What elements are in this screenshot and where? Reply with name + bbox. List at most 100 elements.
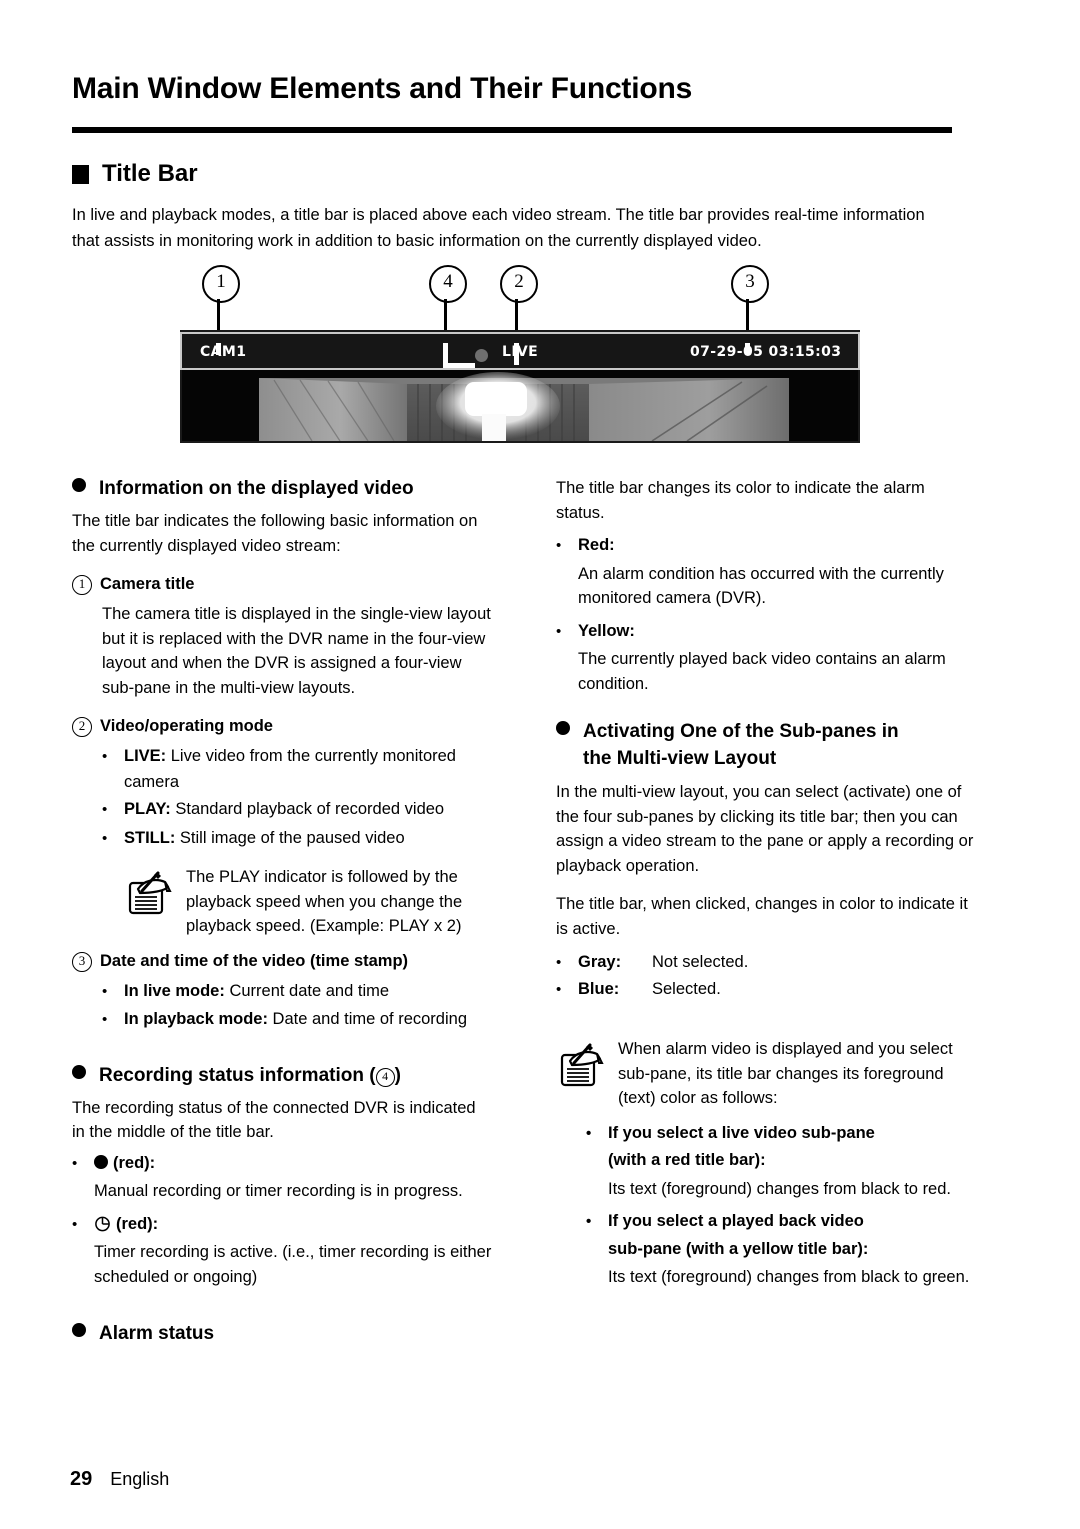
recording-status-prefix: Recording status information (	[99, 1064, 376, 1086]
page-footer: 29 English	[70, 1468, 169, 1491]
note-block-alarm-subpane: When alarm video is displayed and you se…	[556, 1037, 976, 1111]
bullet-term: In playback mode:	[124, 1010, 268, 1028]
heading-information-label: Information on the displayed video	[99, 478, 414, 499]
heading-alarm-status: Alarm status	[72, 1321, 492, 1346]
bullet-desc: Still image of the paused video	[175, 828, 405, 847]
callout-4: 4	[429, 265, 467, 303]
activating-heading-line1: Activating One of the Sub-panes in	[583, 721, 899, 742]
note-text: The PLAY indicator is followed by the pl…	[186, 868, 463, 935]
section-intro-paragraph: In live and playback modes, a title bar …	[72, 206, 925, 250]
item-2-heading-label: Video/operating mode	[100, 717, 273, 735]
dvr-title-bar[interactable]: CAM1 LIVE 07-29-05 03:15:03	[180, 332, 860, 370]
circled-number-1-icon: 1	[72, 575, 92, 595]
recording-entry-timer-desc: Timer recording is active. (i.e., timer …	[94, 1243, 492, 1286]
document-page: Main Window Elements and Their Functions…	[0, 0, 1080, 1529]
activating-paragraph-1: In the multi-view layout, you can select…	[556, 783, 974, 875]
bullet-term: In live mode:	[124, 981, 225, 1000]
state-key: Gray:	[578, 953, 622, 971]
clock-icon	[94, 1215, 111, 1232]
titlebar-figure: 1 4 2 3 CAM1 LIVE 07-29-05 03:15:03	[180, 265, 860, 445]
alarm-item-yellow-desc: The currently played back video contains…	[578, 650, 946, 693]
item-2-heading: 2 Video/operating mode	[72, 714, 492, 738]
recording-entry-timer: (red):	[72, 1212, 492, 1238]
note-block-play-speed: The PLAY indicator is followed by the pl…	[124, 865, 492, 939]
circled-number-4-icon: 4	[375, 1067, 395, 1087]
bullet-desc: Live video from the currently monitored …	[124, 747, 456, 791]
leader-line-2-inner	[514, 343, 519, 365]
leader-line-4-elbow	[443, 363, 475, 368]
filled-circle-icon	[94, 1154, 108, 1169]
state-blue: Blue: Selected.	[556, 976, 976, 1003]
recording-entry-manual: (red):	[72, 1151, 492, 1177]
round-bullet-icon	[556, 721, 570, 735]
alarm-item-red: Red:	[556, 533, 976, 559]
bullet-term: LIVE:	[124, 747, 167, 765]
recording-dot-icon	[475, 349, 488, 362]
recording-status-body: The recording status of the connected DV…	[72, 1098, 476, 1142]
left-column: Information on the displayed video The t…	[72, 476, 492, 1354]
list-item: In playback mode: Date and time of recor…	[102, 1007, 492, 1033]
recording-status-suffix: )	[394, 1064, 401, 1086]
note-item-playback-line2: sub-pane (with a yellow title bar):	[608, 1239, 869, 1258]
callout-3: 3	[731, 265, 769, 303]
leader-line-1-inner	[216, 343, 221, 355]
note-item-live-line2: (with a red title bar):	[608, 1151, 766, 1169]
footer-page-number: 29	[70, 1468, 93, 1490]
note-item-playback-line1: If you select a played back video	[608, 1212, 864, 1230]
right-column: The title bar changes its color to indic…	[556, 476, 976, 1298]
round-bullet-icon	[72, 478, 86, 492]
bullet-term: STILL:	[124, 828, 176, 847]
alarm-term: Red:	[578, 536, 615, 554]
info-paragraph: The title bar indicates the following ba…	[72, 512, 478, 555]
section-heading: Title Bar	[72, 160, 198, 188]
bullet-desc: Current date and time	[224, 981, 390, 1000]
item-2-bullets: LIVE: Live video from the currently moni…	[102, 744, 492, 939]
state-key: Blue:	[578, 980, 620, 998]
alarm-item-yellow: Yellow:	[556, 619, 976, 645]
activating-paragraph-2: The title bar, when clicked, changes in …	[556, 895, 968, 938]
note-item-live-body: Its text (foreground) changes from black…	[608, 1179, 951, 1198]
list-item: PLAY: Standard playback of recorded vide…	[102, 797, 492, 823]
recording-entry-label: (red):	[113, 1153, 156, 1172]
item-3-bullets: In live mode: Current date and time In p…	[102, 979, 492, 1033]
alarm-status-label: Alarm status	[99, 1323, 215, 1344]
heading-information-displayed-video: Information on the displayed video	[72, 476, 492, 501]
bullet-term: PLAY:	[124, 800, 171, 818]
bullet-desc: Standard playback of recorded video	[170, 800, 445, 818]
list-item: In live mode: Current date and time	[102, 979, 492, 1005]
timestamp-label: 07-29-05 03:15:03	[690, 344, 842, 360]
round-bullet-icon	[72, 1323, 86, 1337]
note-item-playback-heading: If you select a played back video	[586, 1209, 976, 1235]
item-1-heading: 1 Camera title	[72, 572, 492, 596]
state-value: Not selected.	[652, 953, 749, 971]
callout-2: 2	[500, 265, 538, 303]
state-value: Selected.	[652, 980, 721, 998]
video-frame-graphic	[182, 370, 858, 441]
heading-recording-status: Recording status information (4)	[72, 1063, 492, 1088]
list-item: LIVE: Live video from the currently moni…	[102, 744, 492, 794]
item-3-heading-label: Date and time of the video (time stamp)	[100, 951, 409, 970]
alarm-intro-paragraph: The title bar changes its color to indic…	[556, 479, 925, 522]
heading-activating-subpanes: Activating One of the Sub-panes in the Mu…	[556, 718, 976, 772]
item-1-heading-label: Camera title	[100, 575, 195, 593]
leader-line-3-inner	[745, 343, 750, 355]
mode-label: LIVE	[502, 344, 539, 360]
section-heading-label: Title Bar	[102, 160, 198, 187]
list-item: STILL: Still image of the paused video	[102, 826, 492, 852]
callout-1: 1	[202, 265, 240, 303]
activating-heading-line2: the Multi-view Layout	[583, 748, 777, 769]
square-bullet-icon	[72, 164, 89, 184]
note-item-playback-body: Its text (foreground) changes from black…	[608, 1268, 970, 1286]
note-item-live-line1: If you select a live video sub-pane	[608, 1123, 875, 1142]
item-1-body: The camera title is displayed in the sin…	[102, 605, 491, 697]
note-item-live-heading: If you select a live video sub-pane	[586, 1121, 976, 1147]
recording-entry-manual-desc: Manual recording or timer recording is i…	[94, 1182, 463, 1200]
footer-language: English	[110, 1469, 170, 1489]
camera-title-label: CAM1	[200, 344, 247, 360]
bullet-desc: Date and time of recording	[267, 1010, 467, 1028]
recording-entry-label: (red):	[116, 1214, 159, 1233]
alarm-term: Yellow:	[578, 621, 635, 640]
note-clipboard-pen-icon	[560, 1043, 604, 1087]
note-text: When alarm video is displayed and you se…	[618, 1040, 953, 1107]
note-sub-items: If you select a live video sub-pane (wit…	[586, 1121, 976, 1290]
